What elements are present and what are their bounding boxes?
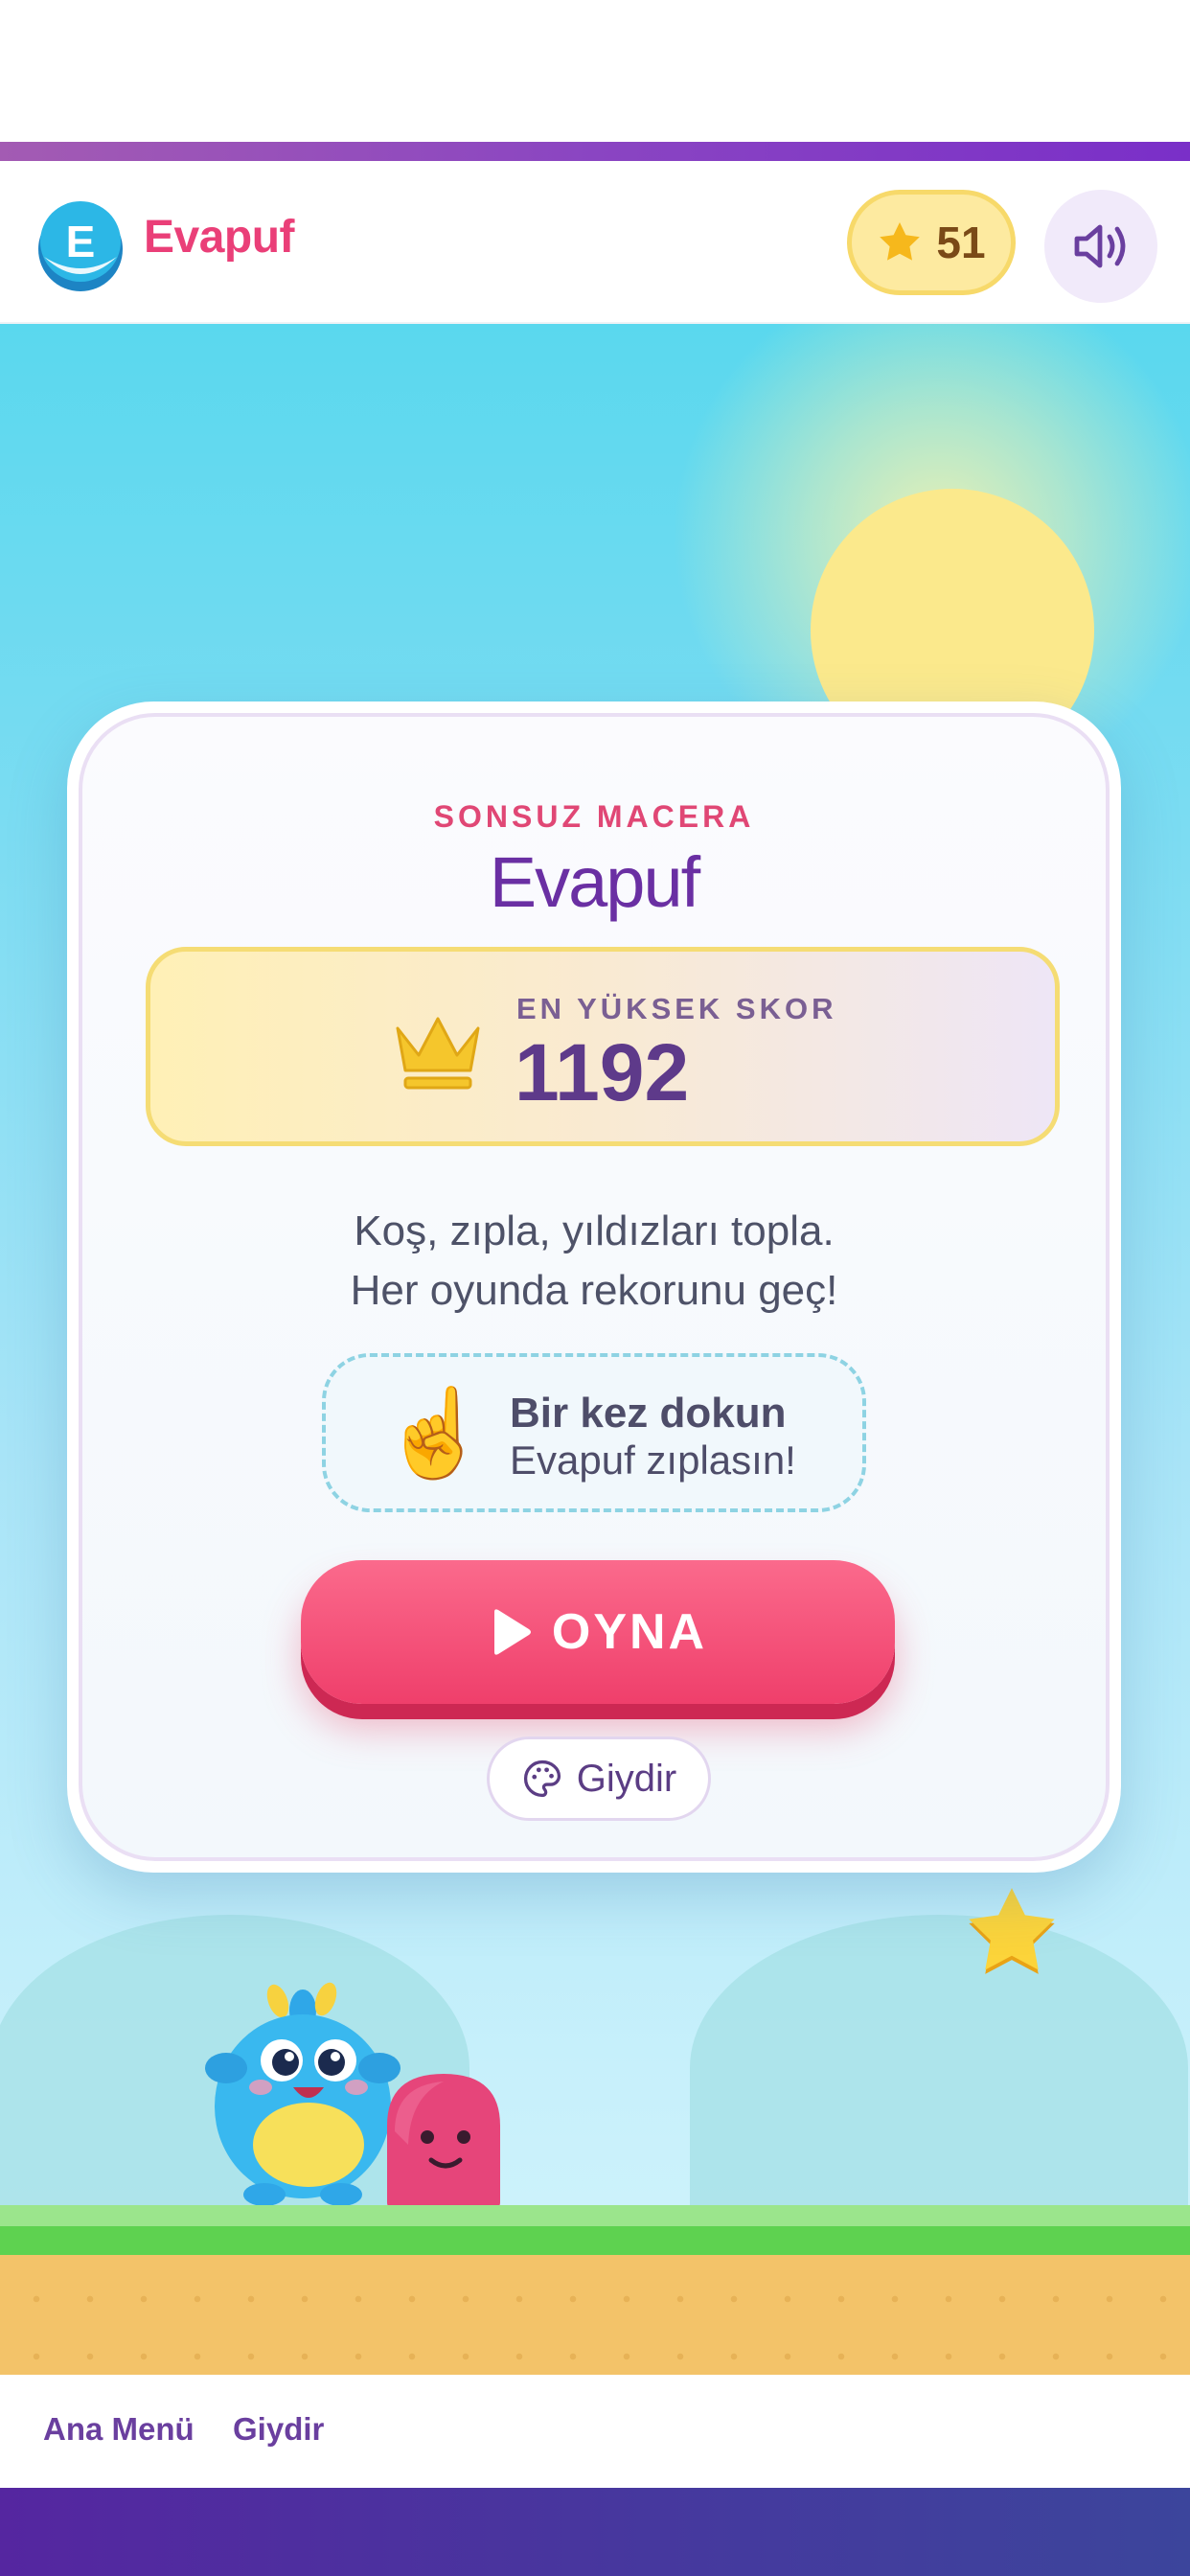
hint-subtitle: Evapuf zıplasın! [510,1438,796,1483]
sound-toggle-button[interactable] [1044,190,1157,303]
ground-grass [0,2226,1190,2255]
collectible-star-icon [969,1888,1055,1974]
high-score-label: EN YÜKSEK SKOR [516,992,837,1025]
play-button[interactable]: OYNA [301,1560,895,1704]
nav-link-home[interactable]: Ana Menü [43,2411,195,2448]
pointing-finger-icon: ☝️ [381,1386,490,1482]
game-subtitle: SONSUZ MACERA [433,799,755,834]
start-card: SONSUZ MACERA Evapuf EN YÜKSEK SKOR 1192… [67,702,1121,1873]
crown-icon [396,1017,480,1090]
hill-right [690,1915,1188,2221]
ground-top [0,2205,1190,2226]
accent-bar [0,142,1190,161]
dress-up-label: Giydir [576,1757,677,1800]
play-button-label: OYNA [551,1604,708,1660]
coin-count: 51 [936,218,986,267]
dress-up-button[interactable]: Giydir [487,1736,711,1821]
bottom-bar [0,2488,1190,2576]
speaker-icon [1074,224,1126,268]
game-description: Koş, zıpla, yıldızları topla. Her oyunda… [82,1202,1106,1321]
nav-link-dress-up[interactable]: Giydir [233,2411,324,2448]
logo-letter: E [66,217,96,266]
palette-icon [523,1760,561,1798]
top-bar: E Evapuf 51 [0,161,1190,324]
start-card-body: SONSUZ MACERA Evapuf EN YÜKSEK SKOR 1192… [79,713,1110,1861]
app-name: Evapuf [144,212,295,263]
high-score-panel: EN YÜKSEK SKOR 1192 [146,947,1060,1146]
game-title: Evapuf [489,842,700,922]
ground-dirt [0,2255,1190,2375]
bottom-nav: Ana Menü Giydir [0,2375,1190,2488]
description-line-2: Her oyunda rekorunu geç! [350,1267,838,1314]
description-line-1: Koş, zıpla, yıldızları topla. [354,1208,835,1254]
mascot-evapuf-icon [205,1982,400,2206]
status-area [0,0,1190,142]
enemy-blob-icon [387,2074,500,2208]
star-icon [880,222,921,261]
coin-counter[interactable]: 51 [847,190,1016,295]
tap-hint: ☝️ Bir kez dokun Evapuf zıplasın! [322,1353,866,1512]
play-icon [493,1609,531,1655]
app-logo-icon: E [38,201,123,291]
hint-title: Bir kez dokun [510,1390,787,1437]
high-score-value: 1192 [515,1027,690,1117]
